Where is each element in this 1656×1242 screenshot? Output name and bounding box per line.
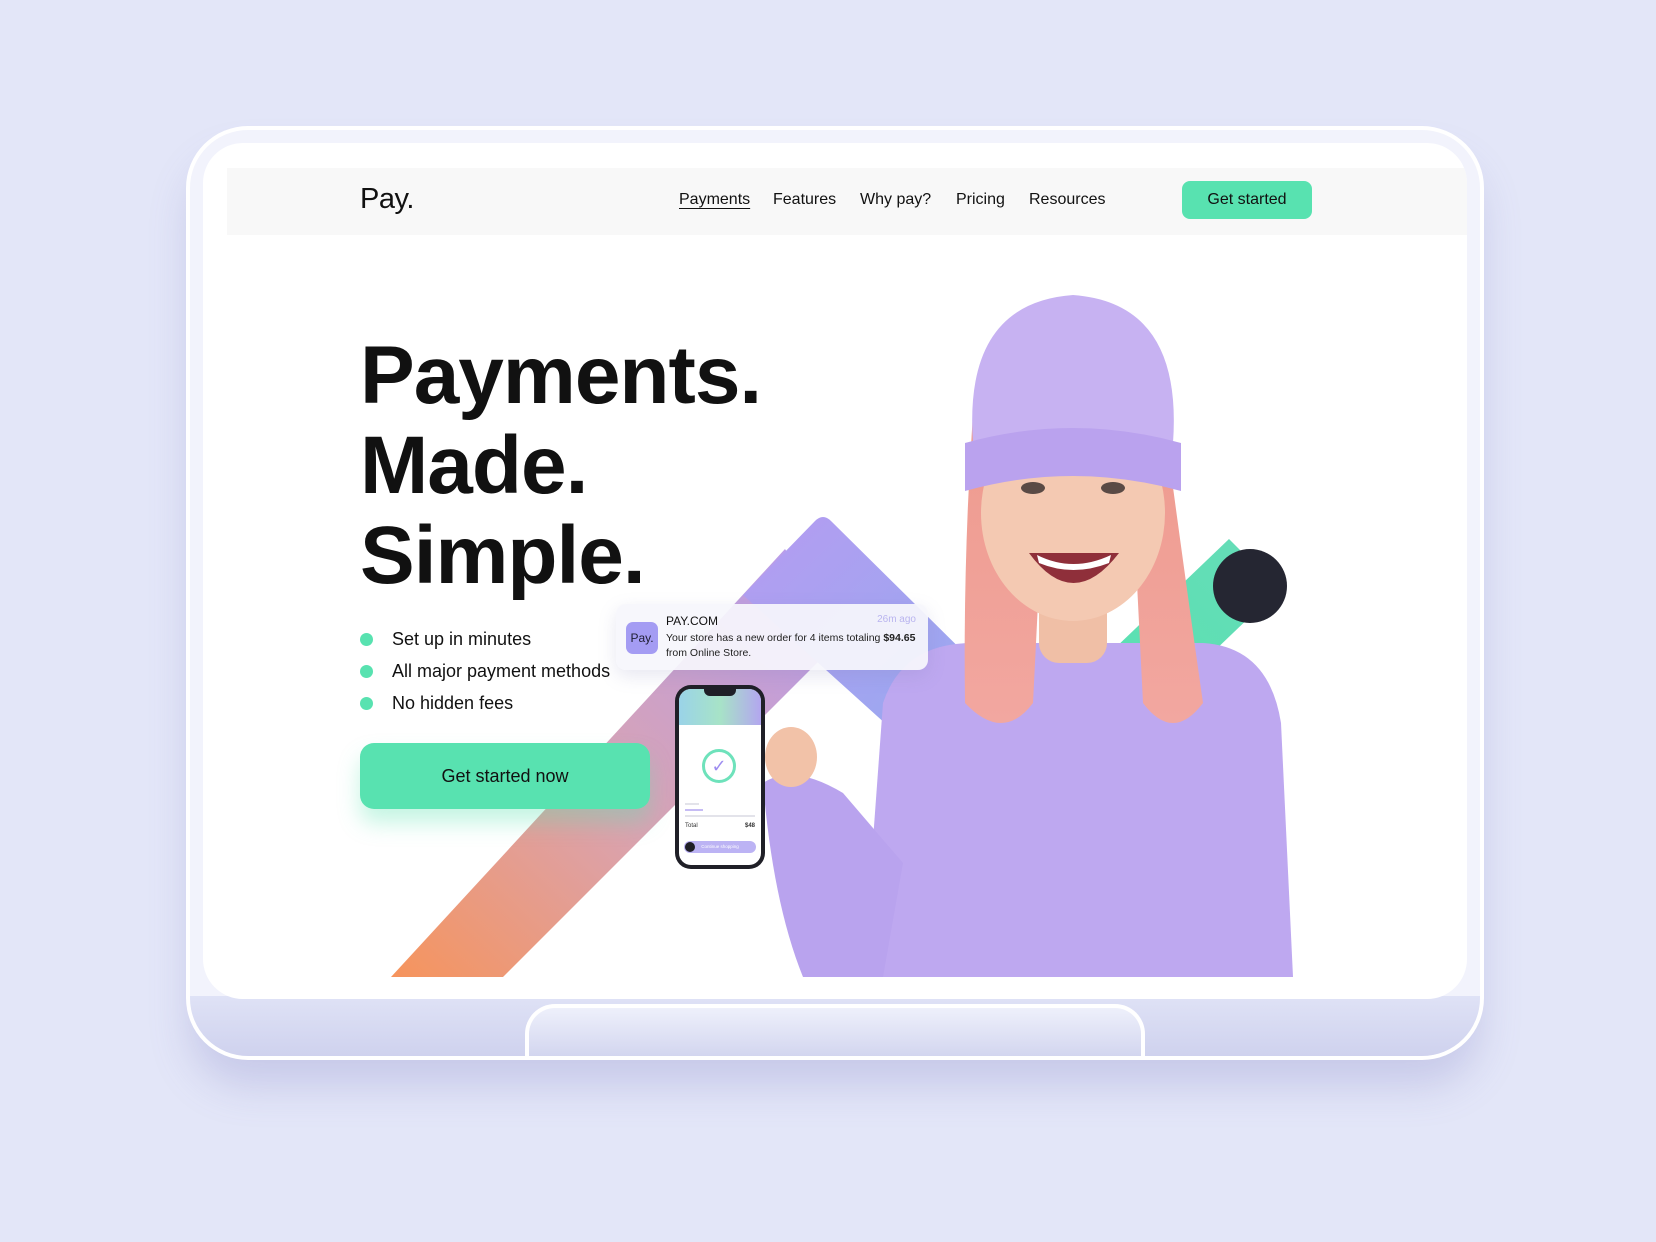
phone-notch xyxy=(704,689,736,696)
phone-total-value: $48 xyxy=(744,823,755,829)
hero-headline: Payments. Made. Simple. xyxy=(360,330,762,601)
check-icon: ✓ xyxy=(702,749,736,783)
order-notification: Pay. PAY.COM 26m ago Your store has a ne… xyxy=(616,604,928,670)
phone-divider xyxy=(685,815,755,817)
phone-line xyxy=(685,803,699,805)
headline-line-1: Payments. xyxy=(360,330,762,421)
bullet-dot-icon xyxy=(360,665,373,678)
nav-features[interactable]: Features xyxy=(773,191,836,209)
phone-mockup: ✓ Total $48 Continue shopping xyxy=(675,685,765,869)
notification-app-icon: Pay. xyxy=(626,622,658,654)
decorative-dark-dot xyxy=(1213,549,1287,623)
website-screen: Pay. PAY.COM 26m ago Your store has a ne… xyxy=(203,143,1467,999)
nav-payments[interactable]: Payments xyxy=(679,191,750,209)
nav-why-pay[interactable]: Why pay? xyxy=(860,191,931,209)
get-started-now-button[interactable]: Get started now xyxy=(360,743,650,809)
notification-title: PAY.COM xyxy=(666,614,719,628)
notification-time: 26m ago xyxy=(877,614,916,625)
notification-body-suffix: from Online Store. xyxy=(666,647,752,659)
phone-total-label: Total xyxy=(685,823,698,829)
feature-label: No hidden fees xyxy=(392,693,514,713)
feature-item: All major payment methods xyxy=(360,655,610,687)
phone-line xyxy=(685,809,703,811)
bullet-dot-icon xyxy=(360,697,373,710)
phone-arrow-icon xyxy=(685,842,695,852)
feature-list: Set up in minutes All major payment meth… xyxy=(360,623,610,719)
get-started-button[interactable]: Get started xyxy=(1182,181,1312,219)
nav-resources[interactable]: Resources xyxy=(1029,191,1105,209)
feature-item: No hidden fees xyxy=(360,687,610,719)
feature-label: Set up in minutes xyxy=(392,629,532,649)
notification-body-prefix: Your store has a new order for 4 items t… xyxy=(666,632,884,644)
feature-label: All major payment methods xyxy=(392,661,611,681)
notification-body: Your store has a new order for 4 items t… xyxy=(666,631,916,661)
phone-screen: ✓ Total $48 Continue shopping xyxy=(679,689,761,865)
nav-pricing[interactable]: Pricing xyxy=(956,191,1005,209)
feature-item: Set up in minutes xyxy=(360,623,610,655)
headline-line-3: Simple. xyxy=(360,510,646,601)
brand-logo[interactable]: Pay. xyxy=(360,183,414,216)
bullet-dot-icon xyxy=(360,633,373,646)
device-stand xyxy=(525,1004,1145,1056)
notification-amount: $94.65 xyxy=(883,632,916,644)
headline-line-2: Made. xyxy=(360,420,588,511)
